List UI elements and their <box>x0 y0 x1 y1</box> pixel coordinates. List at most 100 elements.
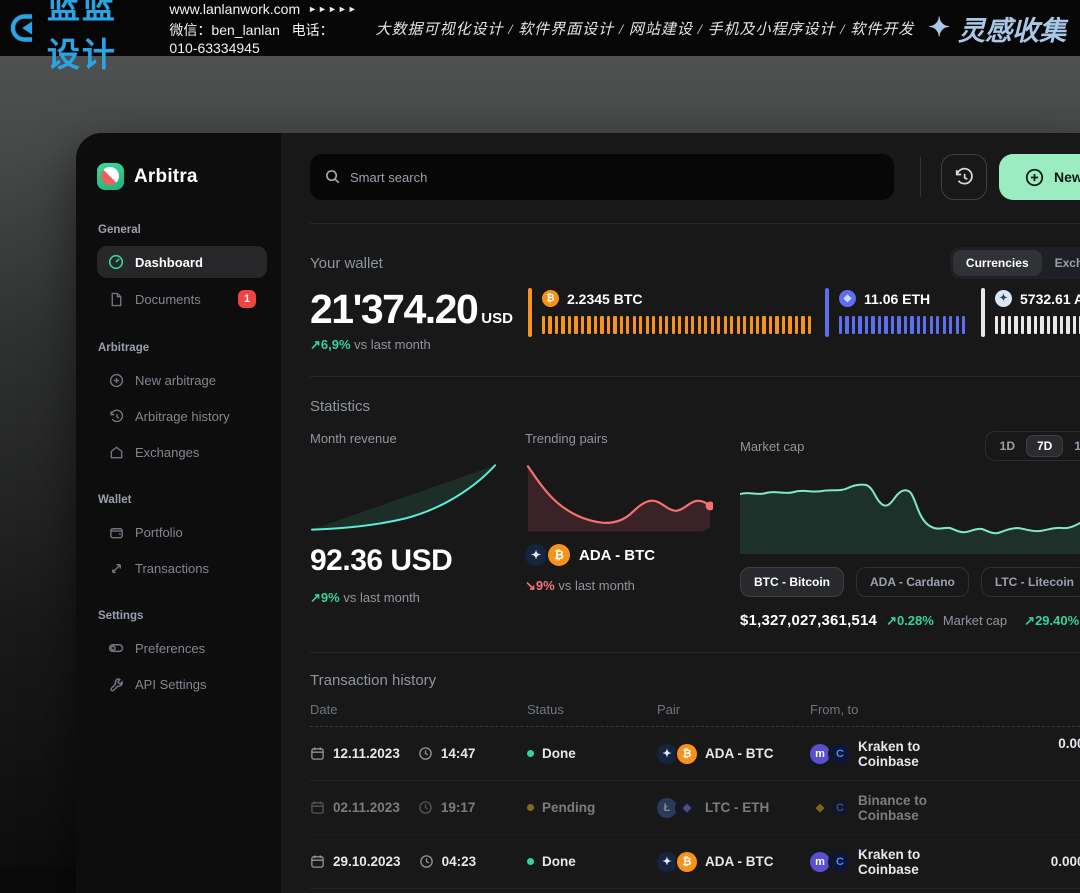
kraken-icon: m <box>810 744 830 764</box>
wrench-icon <box>108 676 124 692</box>
change-pct: 9% <box>536 578 555 593</box>
arrow-down-icon: ↘ <box>525 578 536 593</box>
tx-amount: 0.0000 <box>970 852 1080 872</box>
market-cap-label: Market cap <box>740 439 804 454</box>
sparkle-star-icon: ✦ <box>928 13 950 43</box>
btc-coin-icon: ₿ <box>677 852 697 872</box>
lanlan-logo-icon <box>8 6 41 50</box>
history-button[interactable] <box>941 154 987 200</box>
market-cap-coin-tabs: BTC - Bitcoin ADA - Cardano LTC - Liteco… <box>740 567 1080 597</box>
coin-tab-btc[interactable]: BTC - Bitcoin <box>740 567 844 597</box>
search-input[interactable] <box>310 154 894 200</box>
coin-tab-ltc[interactable]: LTC - Litecoin <box>981 567 1080 597</box>
market-cap-chart <box>740 470 1080 554</box>
nav-section-general: General <box>98 224 267 236</box>
sidebar-item-portfolio[interactable]: Portfolio <box>97 516 267 548</box>
nav-section-arbitrage: Arbitrage <box>98 342 267 354</box>
arrow-up-icon: ↗ <box>310 337 321 352</box>
holding-eth: ◆11.06 ETH <box>825 288 981 353</box>
coin-tab-ada[interactable]: ADA - Cardano <box>856 567 969 597</box>
holding-ada: ✦ 5732.61 ADA <box>981 288 1080 353</box>
wallet-currency: USD <box>481 310 513 327</box>
coinbase-icon: C <box>830 852 850 872</box>
app-logo[interactable]: Arbitra <box>97 163 267 190</box>
status-dot <box>527 750 534 757</box>
sidebar-item-exchanges[interactable]: Exchanges <box>97 436 267 468</box>
toggle-icon <box>108 640 124 656</box>
sidebar-item-label: API Settings <box>135 677 207 692</box>
plus-circle-icon <box>1025 168 1044 187</box>
trending-pair-label: ADA - BTC <box>579 547 655 564</box>
sidebar-item-label: Documents <box>135 292 201 307</box>
month-revenue-change: ↗9% vs last month <box>310 590 525 606</box>
col-from-to: From, to <box>810 702 970 717</box>
holding-value: 2.2345 BTC <box>567 291 642 307</box>
table-row[interactable]: 02.11.2023 19:17 Pending Ł ◆ LTC - ETH ◆… <box>310 781 1080 835</box>
holding-value: 5732.61 ADA <box>1020 291 1080 307</box>
wallet-summary: 21'374.20USD ↗6,9% vs last month ₿ 2.2345… <box>310 288 1080 353</box>
site-logo: 蓝蓝设计 <box>8 0 151 76</box>
topbar: New arbitrage <box>310 154 1080 200</box>
btc-coin-icon: ₿ <box>548 544 570 566</box>
trending-pairs-chart <box>525 460 713 532</box>
kraken-icon: m <box>810 852 830 872</box>
sidebar-item-label: Exchanges <box>135 445 199 460</box>
section-divider <box>310 223 1080 224</box>
change-suffix: vs last month <box>343 590 420 605</box>
btc-coin-icon: ₿ <box>542 290 559 307</box>
holding-value: 11.06 ETH <box>864 291 930 307</box>
wallet-icon <box>108 524 124 540</box>
banner-url[interactable]: www.lanlanwork.com <box>169 1 300 17</box>
banner-arrows: ►►►►► <box>308 4 358 14</box>
nav-section-wallet: Wallet <box>98 494 267 506</box>
wallet-change-suffix: vs last month <box>354 337 431 352</box>
transaction-history-title: Transaction history <box>310 672 1080 689</box>
table-row[interactable]: 29.10.2023 04:23 Done ✦ ₿ ADA - BTC m C … <box>310 835 1080 889</box>
wallet-header: Your wallet Currencies Exchanges <box>310 247 1080 279</box>
ada-coin-icon: ✦ <box>995 290 1012 307</box>
plus-circle-icon <box>108 372 124 388</box>
documents-badge: 1 <box>238 290 256 308</box>
trending-pairs-panel: Trending pairs ✦ ₿ ADA - BTC ↘9% vs last… <box>525 431 740 629</box>
sidebar-item-documents[interactable]: Documents 1 <box>97 282 267 316</box>
dashboard-window: Arbitra General Dashboard Documents 1 Ar… <box>76 133 1080 893</box>
nav-section-settings: Settings <box>98 610 267 622</box>
tab-currencies[interactable]: Currencies <box>953 250 1042 276</box>
site-logo-text: 蓝蓝设计 <box>47 0 152 76</box>
new-arbitrage-label: New arbitrage <box>1054 169 1080 185</box>
sidebar-item-transactions[interactable]: Transactions <box>97 552 267 584</box>
wallet-amount-block: 21'374.20USD ↗6,9% vs last month <box>310 288 528 353</box>
btc-coin-icon: ₿ <box>677 744 697 764</box>
sidebar-item-new-arbitrage[interactable]: New arbitrage <box>97 364 267 396</box>
sidebar-item-preferences[interactable]: Preferences <box>97 632 267 664</box>
tab-exchanges[interactable]: Exchanges <box>1042 250 1080 276</box>
holding-divider <box>528 288 532 337</box>
inspiration-collect-link[interactable]: ✦ 灵感收集 <box>928 9 1066 48</box>
ada-coin-icon: ✦ <box>525 544 547 566</box>
eth-bars <box>839 316 965 334</box>
col-status: Status <box>527 702 657 717</box>
table-row[interactable]: 12.11.2023 14:47 Done ✦ ₿ ADA - BTC m C … <box>310 727 1080 781</box>
sidebar-item-arbitrage-history[interactable]: Arbitrage history <box>97 400 267 432</box>
arbitra-logo-icon <box>97 163 124 190</box>
main-content: New arbitrage Your wallet Currencies Exc… <box>281 133 1080 893</box>
new-arbitrage-button[interactable]: New arbitrage <box>999 154 1080 200</box>
month-revenue-panel: Month revenue 92.36 USD ↗9% vs last mont… <box>310 431 525 629</box>
arrow-up-icon: ↗ <box>1024 613 1035 628</box>
change-pct: 9% <box>321 590 340 605</box>
trending-pairs-label: Trending pairs <box>525 431 740 446</box>
range-1d[interactable]: 1D <box>989 435 1026 457</box>
holding-btc: ₿ 2.2345 BTC <box>528 288 825 353</box>
file-icon <box>108 291 124 307</box>
history-icon <box>954 167 974 187</box>
search-icon <box>325 169 340 189</box>
ada-coin-icon: ✦ <box>657 852 677 872</box>
range-1m[interactable]: 1M <box>1063 435 1080 457</box>
range-7d[interactable]: 7D <box>1026 435 1063 457</box>
sidebar-item-dashboard[interactable]: Dashboard <box>97 246 267 278</box>
sidebar-item-api-settings[interactable]: API Settings <box>97 668 267 700</box>
wallet-total-value: 21'374.20 <box>310 286 477 332</box>
range-selector: 1D 7D 1M <box>985 431 1080 461</box>
tx-amount: 0.0021 <box>970 734 1080 773</box>
statistics-title: Statistics <box>310 398 1080 415</box>
